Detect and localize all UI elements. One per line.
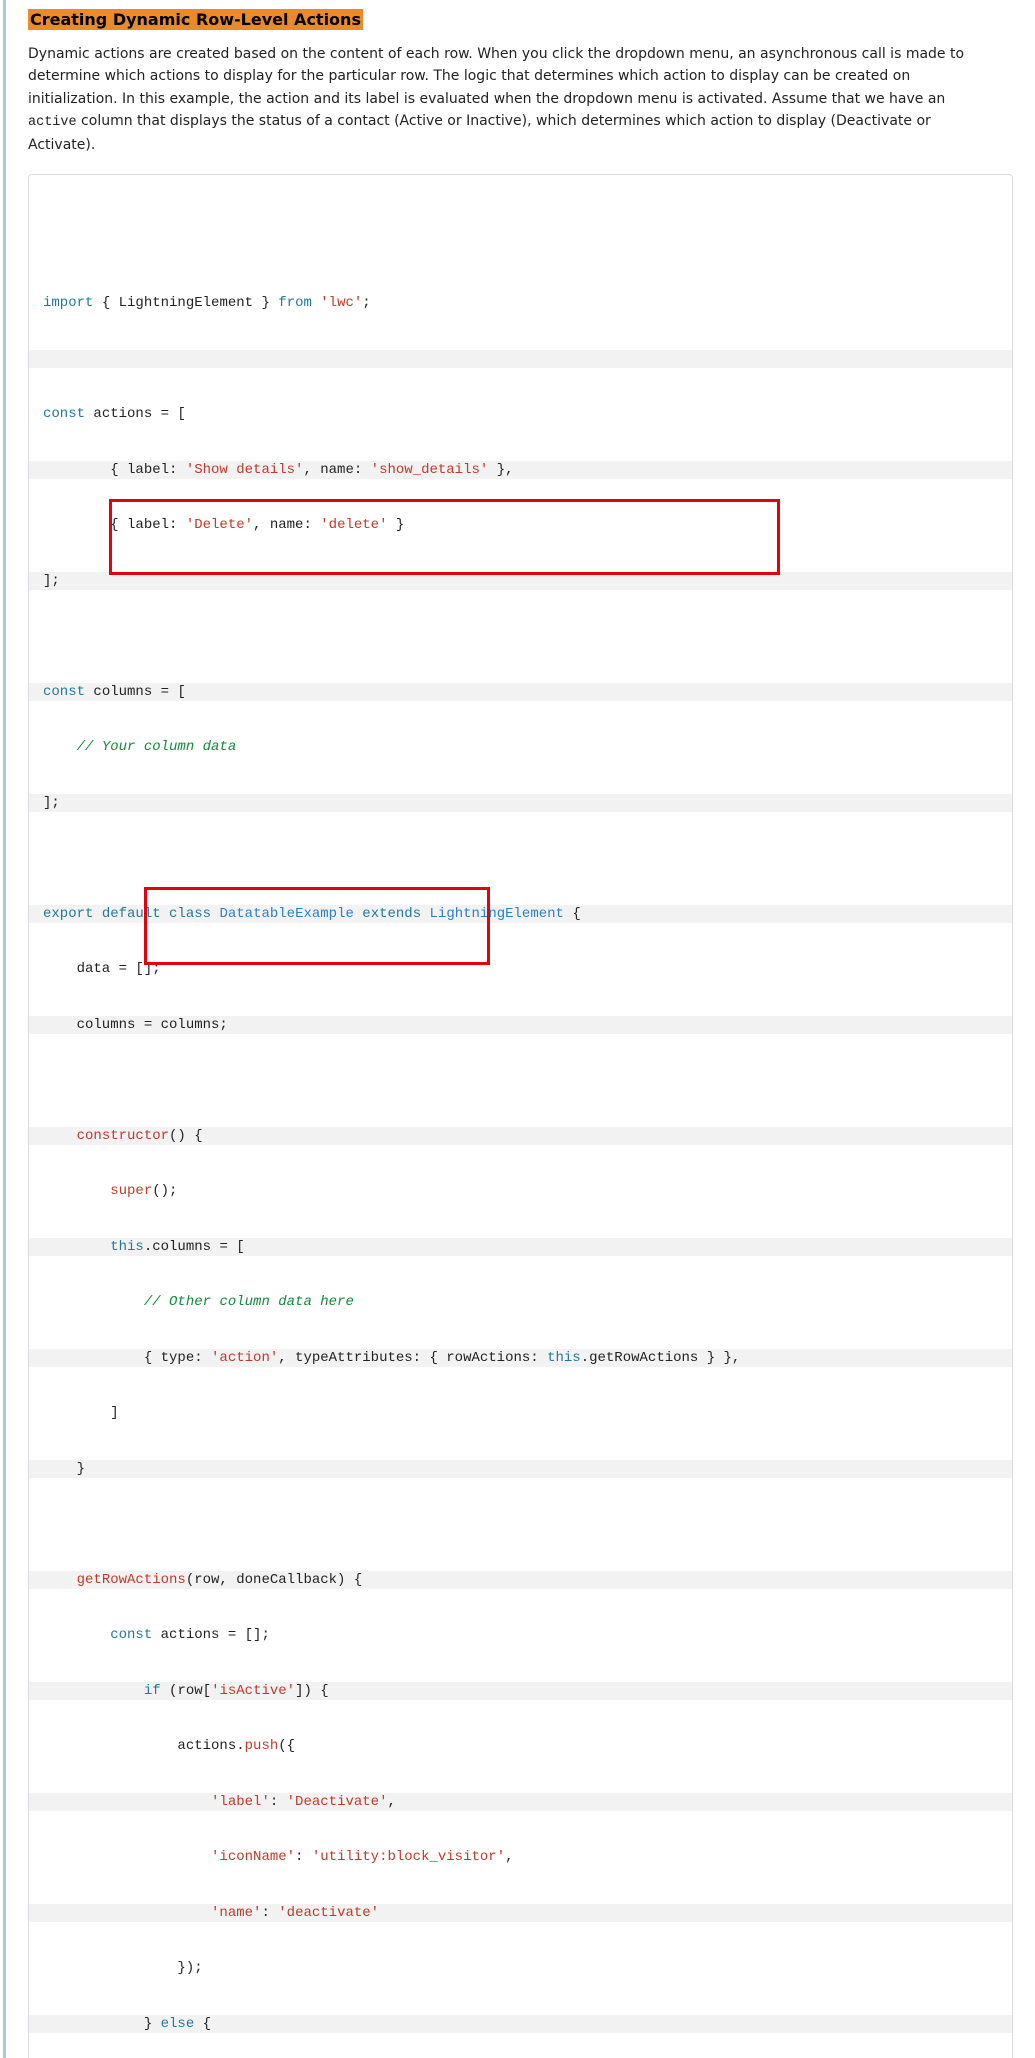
code-token: [43, 739, 77, 755]
code-token: else: [161, 2016, 195, 2032]
code-token: ({: [278, 1738, 295, 1754]
code-block[interactable]: import { LightningElement } from 'lwc'; …: [28, 174, 1013, 2058]
code-token: LightningElement: [430, 906, 564, 922]
code-token: [43, 850, 51, 866]
code-token: 'Deactivate': [287, 1794, 388, 1810]
code-token: :: [295, 1849, 312, 1865]
code-token: ]) {: [295, 1683, 329, 1699]
code-token: [43, 1183, 110, 1199]
code-token: 'lwc': [320, 295, 362, 311]
code-token: { type:: [43, 1350, 211, 1366]
code-token: [421, 906, 429, 922]
code-token: from: [278, 295, 312, 311]
code-token: columns = [: [85, 684, 186, 700]
code-token: [43, 628, 51, 644]
code-token: default: [102, 906, 161, 922]
code-token: [43, 1516, 51, 1532]
code-token: 'show_details': [371, 462, 489, 478]
highlight-box-constructor: [109, 499, 780, 575]
code-token: super: [110, 1183, 152, 1199]
code-token: ];: [43, 573, 60, 589]
code-token: }: [43, 2016, 161, 2032]
code-token: (row, doneCallback) {: [186, 1572, 362, 1588]
code-token: 'iconName': [211, 1849, 295, 1865]
code-token: [43, 1849, 211, 1865]
code-token: [43, 351, 51, 367]
code-token: ]: [43, 1405, 119, 1421]
code-token: .columns = [: [144, 1239, 245, 1255]
code-token: [161, 906, 169, 922]
code-token: constructor: [77, 1128, 169, 1144]
code-token: :: [270, 1794, 287, 1810]
code-token: DatatableExample: [219, 906, 353, 922]
code-token: { LightningElement }: [93, 295, 278, 311]
code-token: import: [43, 295, 93, 311]
code-token: () {: [169, 1128, 203, 1144]
code-token: [43, 1128, 77, 1144]
code-token: extends: [362, 906, 421, 922]
intro-text-before: Dynamic actions are created based on the…: [28, 46, 964, 107]
code-token: },: [488, 462, 513, 478]
code-token: data = [];: [43, 961, 161, 977]
code-token: [43, 1072, 51, 1088]
code-token: [43, 1627, 110, 1643]
code-token: export: [43, 906, 93, 922]
code-token: actions = [: [85, 406, 186, 422]
code-token: :: [261, 1905, 278, 1921]
code-token: [93, 906, 101, 922]
code-token: }: [387, 517, 404, 533]
code-token: , typeAttributes: { rowActions:: [278, 1350, 547, 1366]
code-token: const: [110, 1627, 152, 1643]
code-token: 'Delete': [186, 517, 253, 533]
code-token: { label:: [43, 517, 186, 533]
article-section: Creating Dynamic Row-Level Actions Dynam…: [3, 0, 1035, 2058]
code-token: columns = columns;: [43, 1017, 228, 1033]
code-token: [43, 1239, 110, 1255]
inline-code-active: active: [28, 115, 77, 130]
section-heading: Creating Dynamic Row-Level Actions: [28, 9, 363, 30]
code-token: getRowActions: [77, 1572, 186, 1588]
code-token: this: [547, 1350, 581, 1366]
code-token: { label:: [43, 462, 186, 478]
code-token: .getRowActions } },: [581, 1350, 741, 1366]
highlight-box-settimeout: [144, 887, 490, 965]
code-token: 'Show details': [186, 462, 304, 478]
code-token: ();: [152, 1183, 177, 1199]
code-token: // Other column data here: [144, 1294, 354, 1310]
intro-text-after: column that displays the status of a con…: [28, 113, 931, 153]
code-token: const: [43, 684, 85, 700]
code-token: 'action': [211, 1350, 278, 1366]
code-token: 'delete': [320, 517, 387, 533]
code-token: push: [245, 1738, 279, 1754]
code-token: {: [564, 906, 581, 922]
code-token: 'name': [211, 1905, 261, 1921]
intro-paragraph: Dynamic actions are created based on the…: [28, 43, 968, 156]
code-token: 'label': [211, 1794, 270, 1810]
code-token: [43, 1794, 211, 1810]
code-token: ;: [362, 295, 370, 311]
code-token: actions.: [43, 1738, 245, 1754]
code-token: [43, 1683, 144, 1699]
code-token: const: [43, 406, 85, 422]
code-token: 'utility:block_visitor': [312, 1849, 505, 1865]
code-token: (row[: [161, 1683, 211, 1699]
code-token: if: [144, 1683, 161, 1699]
code-token: ,: [505, 1849, 513, 1865]
code-token: [43, 1905, 211, 1921]
code-token: , name:: [253, 517, 320, 533]
code-token: [43, 1294, 144, 1310]
code-token: [43, 1572, 77, 1588]
code-token: actions = [];: [152, 1627, 270, 1643]
code-token: this: [110, 1239, 144, 1255]
code-token: class: [169, 906, 211, 922]
code-token: ,: [387, 1794, 395, 1810]
code-token: 'isActive': [211, 1683, 295, 1699]
code-token: });: [43, 1960, 203, 1976]
code-token: , name:: [303, 462, 370, 478]
code-token: 'deactivate': [278, 1905, 379, 1921]
code-token: // Your column data: [77, 739, 237, 755]
code-token: ];: [43, 795, 60, 811]
code-token: }: [43, 1461, 85, 1477]
code-token: {: [194, 2016, 211, 2032]
